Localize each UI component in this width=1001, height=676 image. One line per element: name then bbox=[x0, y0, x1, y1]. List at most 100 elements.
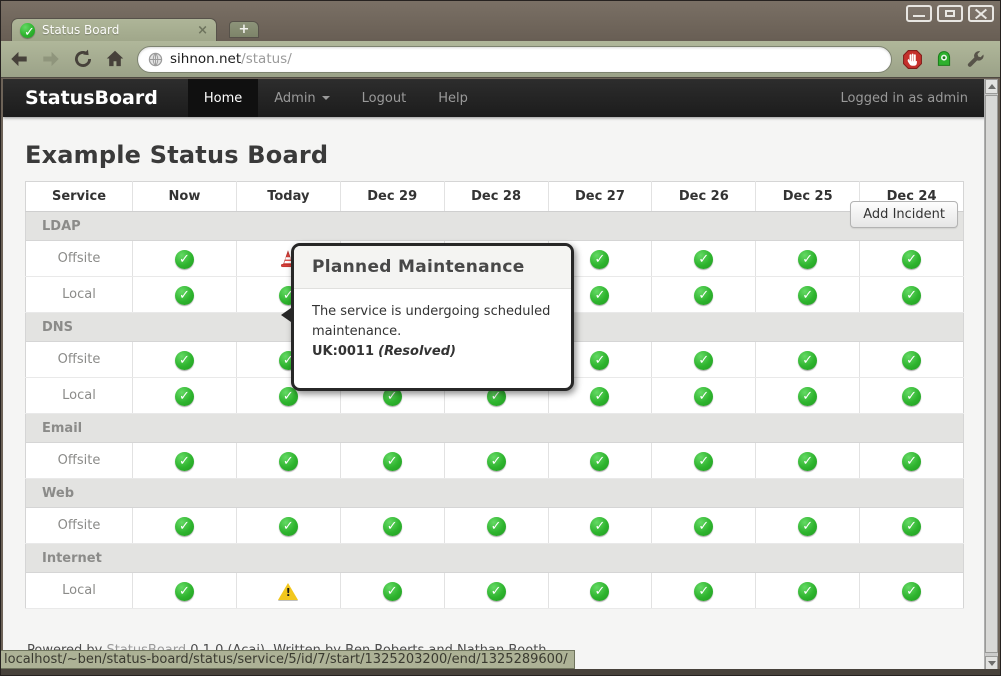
scrollbar-thumb[interactable] bbox=[985, 95, 998, 653]
status-cell bbox=[133, 573, 237, 609]
status-ok-icon[interactable] bbox=[694, 452, 713, 471]
status-ok-icon[interactable] bbox=[175, 517, 194, 536]
status-cell bbox=[756, 378, 860, 414]
status-cell bbox=[652, 443, 756, 479]
nav-item-help[interactable]: Help bbox=[422, 79, 484, 117]
status-ok-icon[interactable] bbox=[902, 286, 921, 305]
url-path: /status/ bbox=[241, 51, 292, 67]
status-cell bbox=[652, 342, 756, 378]
status-cell bbox=[756, 573, 860, 609]
tooltip-incident-state: (Resolved) bbox=[378, 344, 456, 359]
nav-item-admin[interactable]: Admin bbox=[258, 79, 345, 117]
wrench-icon[interactable] bbox=[965, 49, 986, 70]
web-page: StatusBoard HomeAdminLogoutHelp Logged i… bbox=[3, 79, 986, 671]
status-ok-icon[interactable] bbox=[175, 387, 194, 406]
minimize-button[interactable] bbox=[906, 5, 932, 22]
back-icon[interactable] bbox=[5, 46, 33, 72]
status-cell bbox=[548, 508, 652, 544]
adblock-stop-icon[interactable] bbox=[902, 49, 923, 70]
extension-green-icon[interactable] bbox=[934, 49, 954, 69]
status-ok-icon[interactable] bbox=[694, 286, 713, 305]
titlebar[interactable]: Status Board × + bbox=[1, 1, 1000, 41]
tooltip-incident-ref: UK:0011 bbox=[312, 344, 374, 359]
nav-item-logout[interactable]: Logout bbox=[346, 79, 423, 117]
column-header: Dec 29 bbox=[340, 182, 444, 212]
column-header: Dec 28 bbox=[444, 182, 548, 212]
status-ok-icon[interactable] bbox=[487, 582, 506, 601]
status-ok-icon[interactable] bbox=[279, 517, 298, 536]
status-ok-icon[interactable] bbox=[590, 452, 609, 471]
status-ok-icon[interactable] bbox=[590, 517, 609, 536]
browser-window: Status Board × + sihnon.net/status/ bbox=[0, 0, 1001, 676]
status-ok-icon[interactable] bbox=[798, 250, 817, 269]
status-cell bbox=[236, 508, 340, 544]
page-scrollbar[interactable] bbox=[984, 79, 998, 671]
status-warning-icon[interactable] bbox=[277, 582, 299, 601]
status-ok-icon[interactable] bbox=[798, 582, 817, 601]
status-ok-icon[interactable] bbox=[694, 387, 713, 406]
close-button[interactable] bbox=[968, 5, 994, 22]
status-ok-icon[interactable] bbox=[798, 286, 817, 305]
browser-status-bar: localhost/~ben/status-board/status/servi… bbox=[1, 650, 575, 669]
status-ok-icon[interactable] bbox=[175, 351, 194, 370]
group-row-web: Web bbox=[26, 479, 964, 508]
scroll-up-icon[interactable] bbox=[985, 79, 998, 94]
forward-icon[interactable] bbox=[37, 46, 65, 72]
status-ok-icon[interactable] bbox=[902, 517, 921, 536]
status-ok-icon[interactable] bbox=[175, 582, 194, 601]
tab-close-icon[interactable]: × bbox=[197, 24, 208, 37]
status-ok-icon[interactable] bbox=[694, 517, 713, 536]
status-ok-icon[interactable] bbox=[798, 351, 817, 370]
status-ok-icon[interactable] bbox=[694, 250, 713, 269]
status-ok-icon[interactable] bbox=[902, 582, 921, 601]
new-tab-button[interactable]: + bbox=[229, 21, 259, 38]
status-ok-icon[interactable] bbox=[590, 250, 609, 269]
status-ok-icon[interactable] bbox=[383, 582, 402, 601]
status-ok-icon[interactable] bbox=[590, 286, 609, 305]
page-title: Example Status Board bbox=[25, 141, 964, 169]
status-cell bbox=[756, 342, 860, 378]
address-bar[interactable]: sihnon.net/status/ bbox=[137, 46, 892, 73]
column-header: Dec 25 bbox=[756, 182, 860, 212]
group-row-ldap: LDAP bbox=[26, 212, 964, 241]
status-ok-icon[interactable] bbox=[902, 250, 921, 269]
group-row-internet: Internet bbox=[26, 544, 964, 573]
reload-icon[interactable] bbox=[69, 46, 97, 72]
status-ok-icon[interactable] bbox=[175, 452, 194, 471]
table-header-row: ServiceNowTodayDec 29Dec 28Dec 27Dec 26D… bbox=[26, 182, 964, 212]
status-ok-icon[interactable] bbox=[279, 452, 298, 471]
browser-tab[interactable]: Status Board × bbox=[11, 18, 217, 41]
status-ok-icon[interactable] bbox=[694, 582, 713, 601]
status-ok-icon[interactable] bbox=[798, 452, 817, 471]
status-ok-icon[interactable] bbox=[590, 387, 609, 406]
status-ok-icon[interactable] bbox=[798, 387, 817, 406]
brand-logo[interactable]: StatusBoard bbox=[25, 87, 158, 109]
status-ok-icon[interactable] bbox=[175, 286, 194, 305]
add-incident-button[interactable]: Add Incident bbox=[850, 201, 958, 228]
status-ok-icon[interactable] bbox=[590, 351, 609, 370]
home-icon[interactable] bbox=[101, 46, 129, 72]
status-ok-icon[interactable] bbox=[902, 452, 921, 471]
status-ok-icon[interactable] bbox=[487, 517, 506, 536]
status-ok-icon[interactable] bbox=[383, 517, 402, 536]
status-ok-icon[interactable] bbox=[383, 452, 402, 471]
maximize-button[interactable] bbox=[937, 5, 963, 22]
status-cell bbox=[133, 508, 237, 544]
status-ok-icon[interactable] bbox=[798, 517, 817, 536]
status-ok-icon[interactable] bbox=[590, 582, 609, 601]
nav-item-home[interactable]: Home bbox=[188, 79, 258, 117]
status-ok-icon[interactable] bbox=[175, 250, 194, 269]
status-cell bbox=[756, 443, 860, 479]
status-ok-icon[interactable] bbox=[694, 351, 713, 370]
group-label: Web bbox=[26, 479, 964, 508]
service-name-cell: Local bbox=[26, 573, 133, 609]
status-cell bbox=[340, 508, 444, 544]
status-ok-icon[interactable] bbox=[902, 387, 921, 406]
status-cell bbox=[860, 277, 964, 313]
status-ok-icon[interactable] bbox=[487, 452, 506, 471]
status-cell bbox=[860, 573, 964, 609]
status-cell bbox=[860, 241, 964, 277]
status-cell bbox=[133, 241, 237, 277]
status-ok-icon[interactable] bbox=[902, 351, 921, 370]
status-cell bbox=[133, 378, 237, 414]
